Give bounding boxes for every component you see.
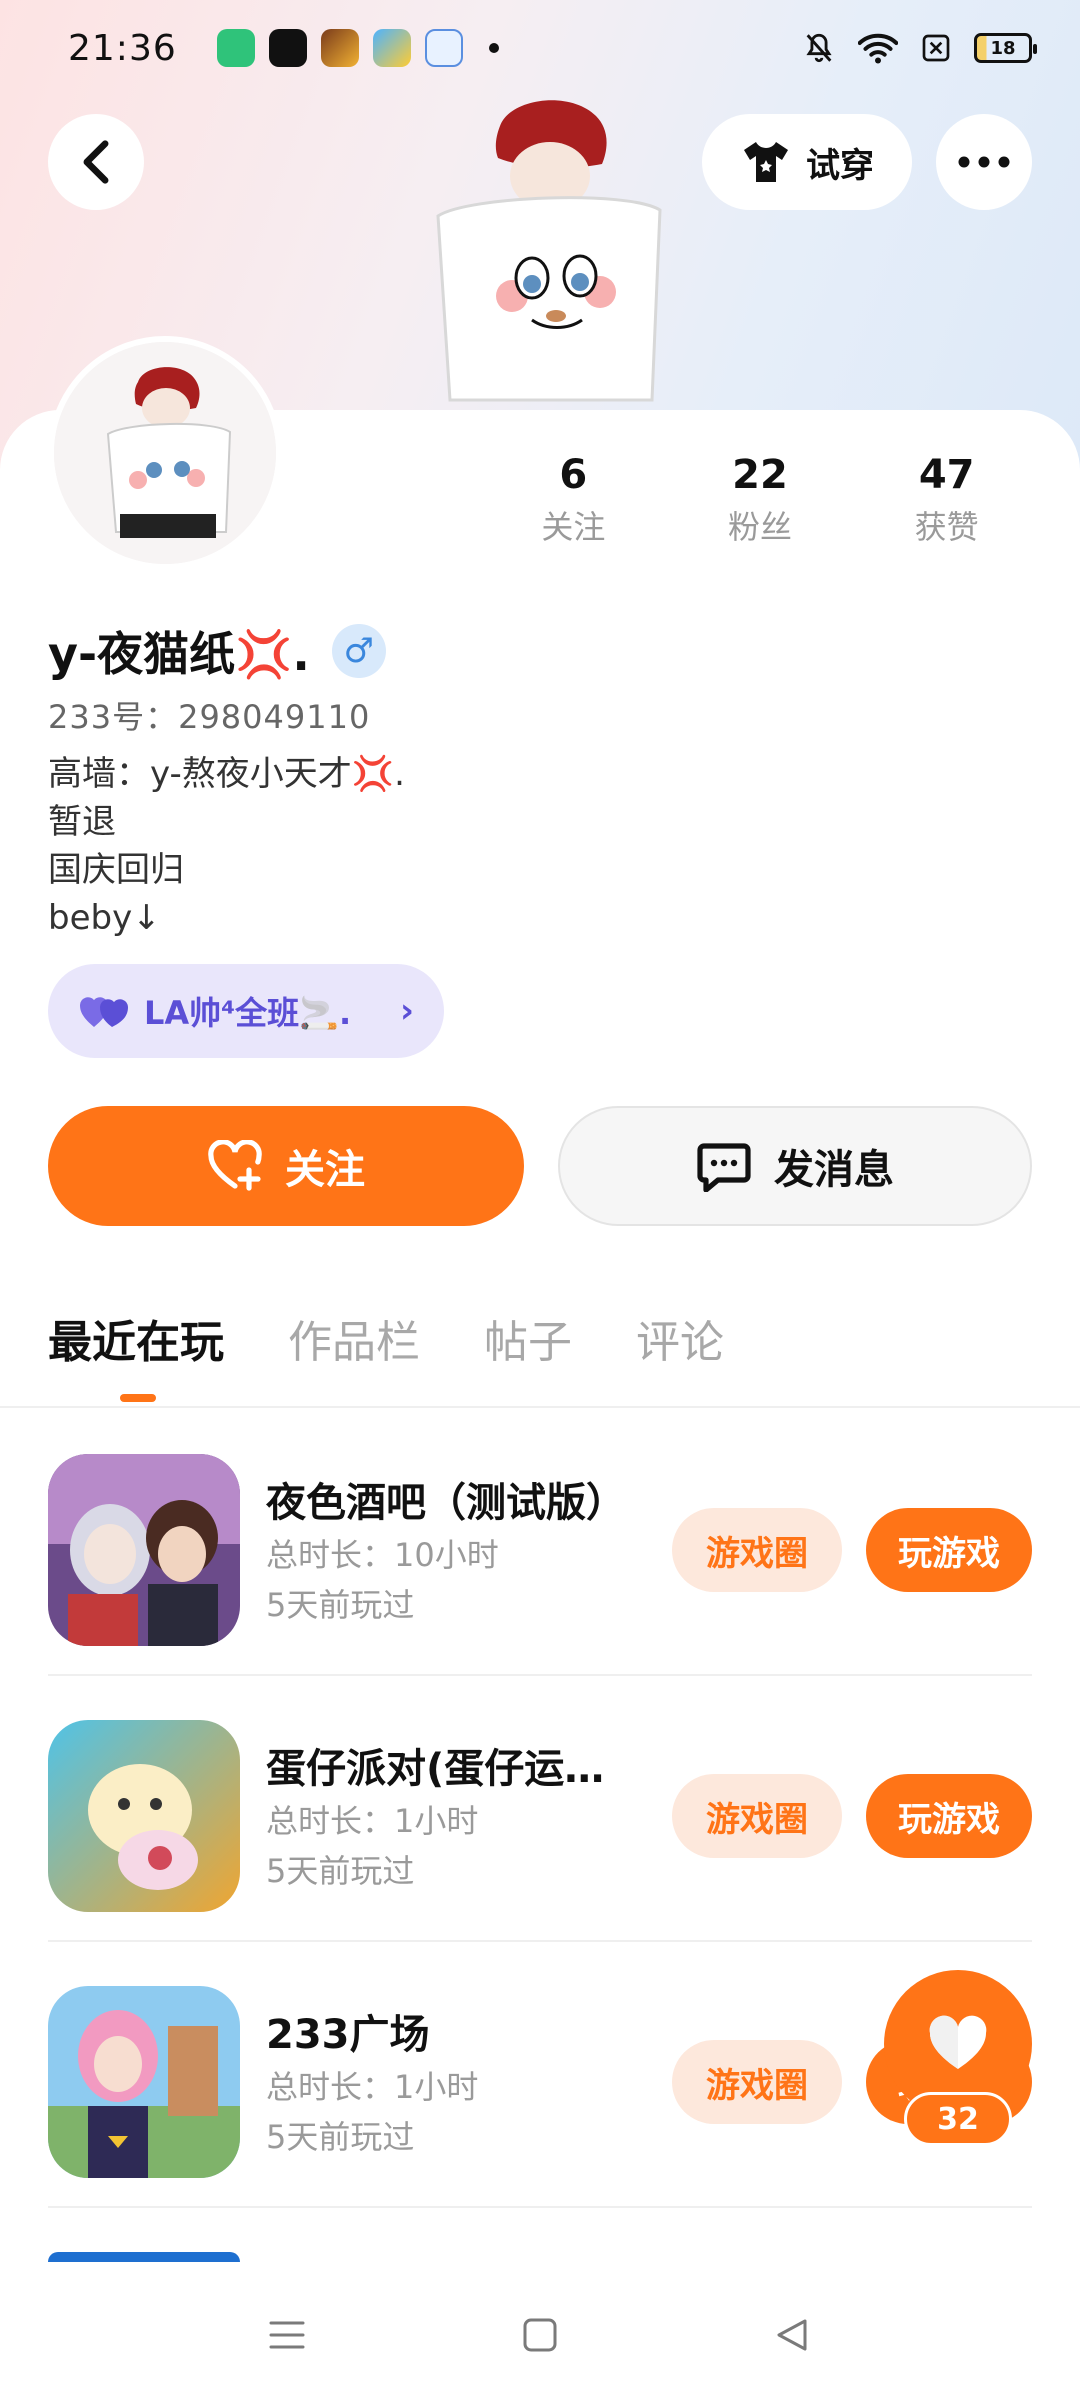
tshirt-icon <box>744 142 788 182</box>
stat-fans-label: 粉丝 <box>728 508 793 546</box>
game-title: 233广场 <box>266 2012 430 2058</box>
system-nav-bar <box>0 2270 1080 2400</box>
play-game-button[interactable]: 玩游戏 <box>866 1508 1032 1592</box>
back-button[interactable] <box>48 114 144 210</box>
follow-label: 关注 <box>285 1147 365 1193</box>
chevron-right-icon: › <box>399 991 414 1031</box>
game-duration: 总时长：10小时 <box>266 1536 499 1574</box>
stat-following-label: 关注 <box>541 508 606 546</box>
profile-tabs: 最近在玩 作品栏 帖子 评论 <box>48 1306 724 1370</box>
tab-divider <box>0 1406 1080 1408</box>
game-icon-night-bar <box>48 1454 240 1646</box>
more-options-button[interactable] <box>936 114 1032 210</box>
stat-following-value: 6 <box>559 452 588 498</box>
stat-fans[interactable]: 22 粉丝 <box>667 452 854 548</box>
menu-icon[interactable] <box>267 2315 307 2355</box>
battery-indicator: 18 <box>974 33 1037 63</box>
stat-likes-label: 获赞 <box>914 508 979 546</box>
row-divider <box>48 2206 1032 2208</box>
mute-bell-icon <box>806 33 832 63</box>
stat-fans-value: 22 <box>732 452 788 498</box>
user-name-row: y-夜猫纸💢. ♂ <box>48 618 386 684</box>
status-app-icons <box>216 29 463 67</box>
notification-dot <box>488 43 499 53</box>
stat-likes[interactable]: 47 获赞 <box>853 452 1040 548</box>
like-count-badge: 32 <box>904 2092 1012 2146</box>
list-item-partial <box>48 2252 240 2262</box>
user-name: y-夜猫纸💢. <box>48 627 310 681</box>
game-app-icon <box>320 29 359 67</box>
game-icon-233-plaza <box>48 1986 240 2178</box>
game-last-played: 5天前玩过 <box>266 1586 415 1624</box>
try-on-label: 试穿 <box>806 145 874 186</box>
tab-posts[interactable]: 帖子 <box>484 1306 572 1370</box>
game-icon-eggy-party <box>48 1720 240 1912</box>
friend-tag-label: LA帅⁴全班🚬. <box>144 994 352 1032</box>
list-item[interactable]: 蛋仔派对(蛋仔运… 总时长：1小时 5天前玩过 游戏圈 玩游戏 <box>48 1676 1032 1942</box>
game-duration: 总时长：1小时 <box>266 1802 479 1840</box>
game-meta: 总时长：10小时 5天前玩过 <box>266 1530 499 1630</box>
follow-button[interactable]: 关注 <box>48 1106 524 1226</box>
sim-off-icon <box>922 34 950 62</box>
wifi-icon <box>858 33 898 64</box>
send-message-button[interactable]: 发消息 <box>558 1106 1032 1226</box>
gender-male-icon: ♂ <box>331 624 386 678</box>
tab-works[interactable]: 作品栏 <box>288 1306 420 1370</box>
game-duration: 总时长：1小时 <box>266 2068 479 2106</box>
heart-icon <box>929 2015 987 2069</box>
bio-line: beby↓ <box>48 898 161 938</box>
profile-stats: 6 关注 22 粉丝 47 获赞 <box>480 452 1040 548</box>
send-message-label: 发消息 <box>774 1147 894 1193</box>
back-triangle-icon[interactable] <box>773 2315 813 2355</box>
game-circle-button[interactable]: 游戏圈 <box>672 2040 842 2124</box>
stat-likes-value: 47 <box>918 452 975 498</box>
bio-line: 国庆回归 <box>48 850 184 890</box>
stat-following[interactable]: 6 关注 <box>480 452 667 548</box>
game-circle-button[interactable]: 游戏圈 <box>672 1774 842 1858</box>
game-last-played: 5天前玩过 <box>266 1852 415 1890</box>
phone-app-icon <box>216 29 255 67</box>
video-app-icon <box>268 29 307 67</box>
active-tab-indicator <box>120 1394 156 1402</box>
game-meta: 总时长：1小时 5天前玩过 <box>266 1796 478 1896</box>
user-id[interactable]: 233号：298049110 <box>48 692 370 738</box>
list-item[interactable]: 233广场 总时长：1小时 5天前玩过 游戏圈 玩游戏 <box>48 1942 1032 2208</box>
game-app-icon-2 <box>372 29 411 67</box>
status-bar: 21:36 18 <box>0 0 1080 96</box>
list-item[interactable]: 夜色酒吧（测试版） 总时长：10小时 5天前玩过 游戏圈 玩游戏 <box>48 1410 1032 1676</box>
more-dots-icon <box>958 156 1010 168</box>
game-meta: 总时长：1小时 5天前玩过 <box>266 2062 478 2162</box>
calendar-app-icon <box>424 29 463 67</box>
status-time: 21:36 <box>68 27 177 69</box>
avatar-image <box>54 342 276 564</box>
user-bio: 高墙：y-熬夜小天才💢. 暂退 国庆回归 beby↓ <box>48 750 405 942</box>
game-circle-button[interactable]: 游戏圈 <box>672 1508 842 1592</box>
avatar-3d-figure <box>436 100 662 402</box>
game-title: 蛋仔派对(蛋仔运… <box>266 1746 605 1792</box>
back-arrow-icon <box>83 140 109 184</box>
tab-comments[interactable]: 评论 <box>636 1306 724 1370</box>
avatar[interactable] <box>48 336 282 570</box>
home-square-icon[interactable] <box>520 2315 560 2355</box>
play-game-button[interactable]: 玩游戏 <box>866 1774 1032 1858</box>
bio-line: 暂退 <box>48 802 116 842</box>
bio-line: 高墙：y-熬夜小天才💢. <box>48 754 405 794</box>
double-heart-icon <box>80 997 128 1027</box>
game-last-played: 5天前玩过 <box>266 2118 415 2156</box>
friend-tag-chip[interactable]: LA帅⁴全班🚬. › <box>48 964 444 1058</box>
status-right: 18 <box>802 31 1037 65</box>
chat-bubble-icon <box>697 1143 751 1192</box>
tab-recently-played[interactable]: 最近在玩 <box>48 1306 224 1370</box>
try-on-button[interactable]: 试穿 <box>702 114 912 210</box>
heart-plus-icon <box>208 1140 262 1191</box>
game-title: 夜色酒吧（测试版） <box>266 1480 626 1526</box>
